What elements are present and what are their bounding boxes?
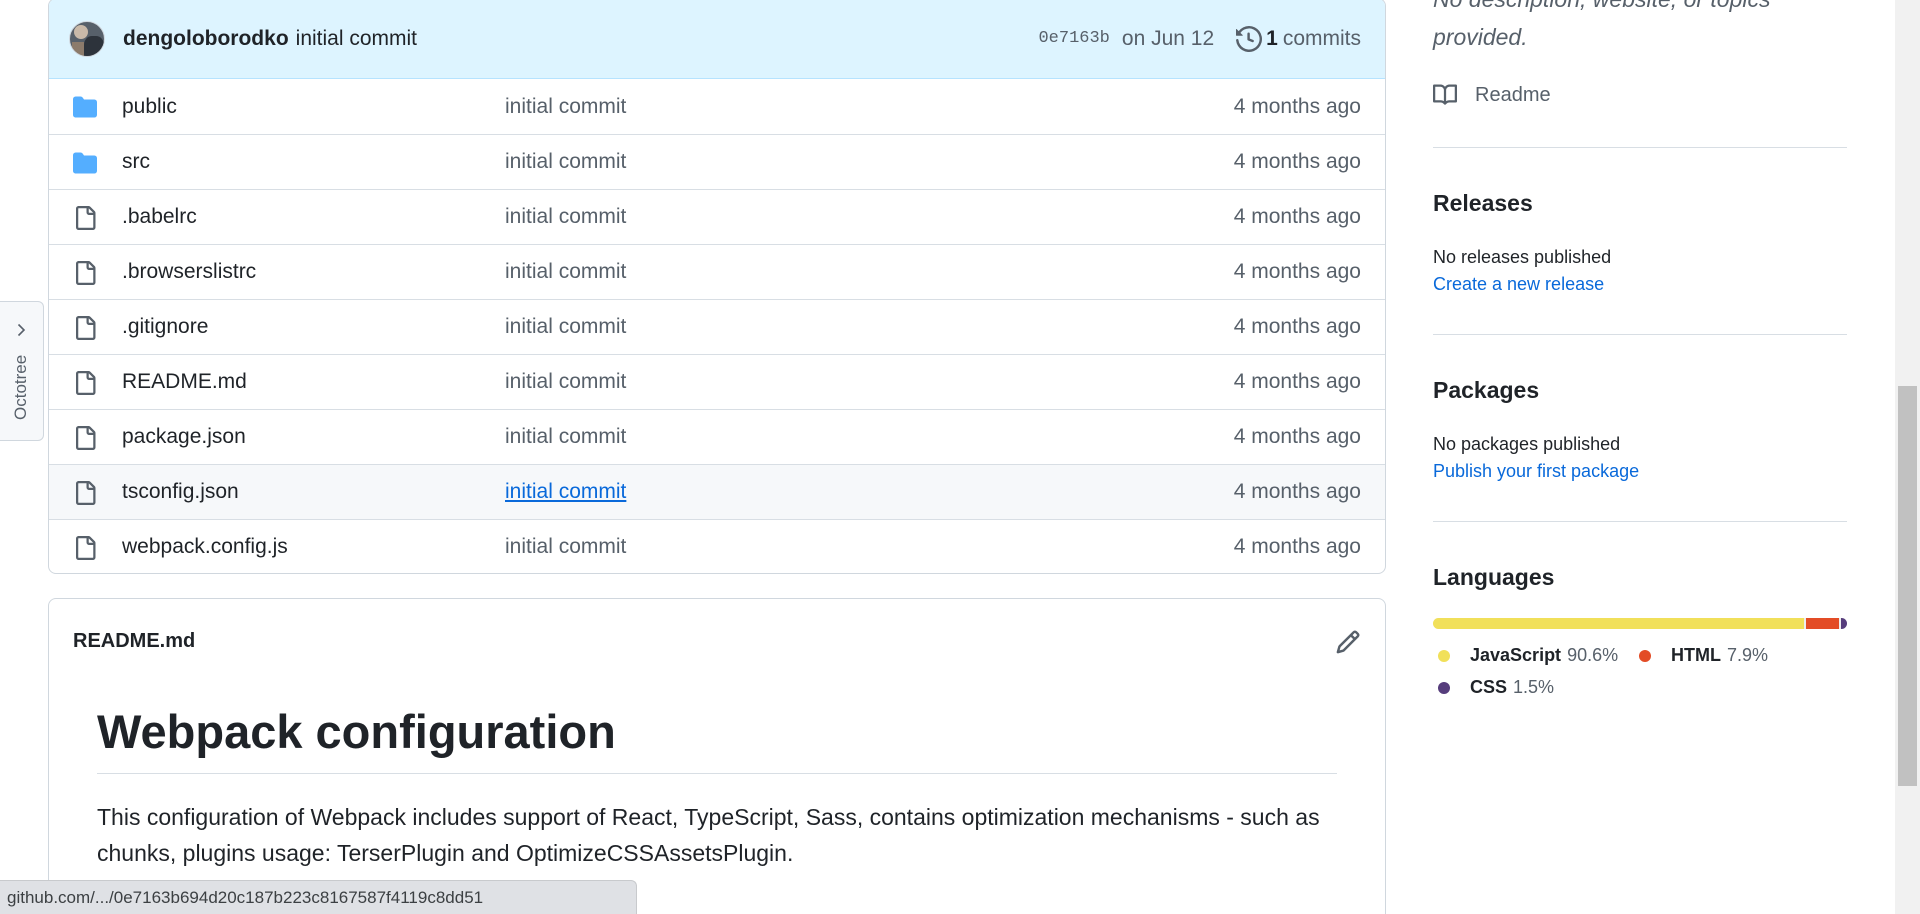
author-avatar[interactable] xyxy=(69,20,105,57)
file-age: 4 months ago xyxy=(1233,425,1361,448)
file-commit-link[interactable]: initial commit xyxy=(505,480,626,504)
folder-icon xyxy=(73,96,97,118)
language-percent: 90.6% xyxy=(1567,645,1619,665)
octotree-toggle[interactable]: Octotree xyxy=(0,301,44,441)
releases-text: No releases published xyxy=(1433,247,1612,267)
file-icon xyxy=(76,481,96,505)
file-name-link[interactable]: .gitignore xyxy=(122,315,208,339)
readme-header: README.md xyxy=(49,599,1385,684)
file-icon xyxy=(76,316,96,340)
readme-heading: Webpack configuration xyxy=(97,704,1337,774)
readme-box: README.md Webpack configuration This con… xyxy=(48,598,1386,914)
file-row[interactable]: src initial commit 4 months ago xyxy=(49,134,1385,189)
sidebar-divider xyxy=(1433,334,1847,335)
language-color-dot xyxy=(1438,681,1450,694)
file-row[interactable]: tsconfig.json initial commit 4 months ago xyxy=(49,464,1385,519)
file-commit-link[interactable]: initial commit xyxy=(505,260,626,284)
file-name-link[interactable]: webpack.config.js xyxy=(122,535,288,559)
history-icon[interactable] xyxy=(1236,25,1263,52)
browser-status-bar: github.com/.../0e7163b694d20c187b223c816… xyxy=(0,880,637,914)
file-age: 4 months ago xyxy=(1233,94,1361,118)
commit-count-label[interactable]: commits xyxy=(1283,27,1361,51)
file-name-link[interactable]: README.md xyxy=(122,370,247,394)
readme-link-label[interactable]: Readme xyxy=(1475,84,1551,107)
file-row[interactable]: .gitignore initial commit 4 months ago xyxy=(49,299,1385,354)
language-color-dot xyxy=(1639,649,1651,662)
book-icon xyxy=(1433,84,1457,105)
language-item[interactable]: HTML 7.9% xyxy=(1639,645,1768,666)
file-name-link[interactable]: src xyxy=(122,150,150,174)
language-color-dot xyxy=(1438,649,1450,662)
language-item[interactable]: CSS 1.5% xyxy=(1438,677,1554,698)
language-percent: 1.5% xyxy=(1513,677,1555,697)
commit-sha-link[interactable]: 0e7163b xyxy=(1038,29,1109,48)
file-age: 4 months ago xyxy=(1233,370,1361,393)
page-scrollbar-thumb[interactable] xyxy=(1898,386,1917,786)
file-commit-link[interactable]: initial commit xyxy=(505,95,626,119)
commit-message-link[interactable]: initial commit xyxy=(296,27,417,51)
file-list: dengoloborodko initial commit 0e7163b on… xyxy=(48,0,1386,574)
language-name[interactable]: HTML xyxy=(1671,645,1721,666)
file-commit-link[interactable]: initial commit xyxy=(505,205,626,229)
file-commit-link[interactable]: initial commit xyxy=(505,315,626,339)
commit-author-link[interactable]: dengoloborodko xyxy=(123,27,289,51)
readme-sidebar-link[interactable]: Readme xyxy=(1433,83,1551,107)
latest-commit-bar: dengoloborodko initial commit 0e7163b on… xyxy=(49,0,1385,79)
publish-package-link[interactable]: Publish your first package xyxy=(1433,461,1639,482)
file-age: 4 months ago xyxy=(1233,535,1361,558)
file-commit-link[interactable]: initial commit xyxy=(505,370,626,394)
file-name-link[interactable]: public xyxy=(122,95,177,119)
file-row[interactable]: public initial commit 4 months ago xyxy=(49,79,1385,134)
file-row[interactable]: package.json initial commit 4 months ago xyxy=(49,409,1385,464)
file-rows: public initial commit 4 months ago src initi… xyxy=(49,79,1385,573)
language-bar-segment[interactable] xyxy=(1806,618,1839,629)
file-icon xyxy=(76,261,96,285)
folder-icon xyxy=(73,152,97,174)
readme-title[interactable]: README.md xyxy=(73,630,195,653)
file-age: 4 months ago xyxy=(1233,315,1361,338)
readme-paragraph: This configuration of Webpack includes s… xyxy=(97,804,1320,866)
sidebar-divider xyxy=(1433,147,1847,148)
about-description: No description, website, or topics provi… xyxy=(1433,0,1771,50)
packages-text: No packages published xyxy=(1433,434,1621,454)
file-commit-link[interactable]: initial commit xyxy=(505,425,626,449)
file-age: 4 months ago xyxy=(1233,150,1361,173)
file-name-link[interactable]: .babelrc xyxy=(122,205,197,229)
commit-date: on Jun 12 xyxy=(1121,26,1215,50)
file-name-link[interactable]: tsconfig.json xyxy=(122,480,239,504)
packages-heading[interactable]: Packages xyxy=(1433,377,1539,404)
languages-heading: Languages xyxy=(1433,564,1555,590)
file-age: 4 months ago xyxy=(1233,260,1361,283)
file-row[interactable]: .babelrc initial commit 4 months ago xyxy=(49,189,1385,244)
language-item[interactable]: JavaScript 90.6% xyxy=(1438,645,1618,666)
language-bar-segment[interactable] xyxy=(1433,618,1805,629)
file-icon xyxy=(76,371,96,395)
file-icon xyxy=(76,206,96,230)
file-name-link[interactable]: package.json xyxy=(122,425,246,449)
file-icon xyxy=(76,426,96,450)
file-commit-link[interactable]: initial commit xyxy=(505,535,626,559)
language-name[interactable]: JavaScript xyxy=(1470,645,1561,666)
octotree-label: Octotree xyxy=(11,354,30,420)
language-percent: 7.9% xyxy=(1726,645,1769,665)
languages-bar xyxy=(1433,618,1847,629)
file-row[interactable]: README.md initial commit 4 months ago xyxy=(49,354,1385,409)
pencil-icon[interactable] xyxy=(1335,629,1361,655)
create-release-link[interactable]: Create a new release xyxy=(1433,274,1604,295)
commit-count[interactable]: 1 xyxy=(1266,27,1278,51)
sidebar-divider xyxy=(1433,521,1847,522)
chevron-right-icon xyxy=(17,323,26,337)
file-age: 4 months ago xyxy=(1233,205,1361,228)
language-name[interactable]: CSS xyxy=(1470,677,1507,698)
language-bar-segment[interactable] xyxy=(1840,618,1847,629)
releases-heading[interactable]: Releases xyxy=(1433,190,1533,217)
commit-meta: 0e7163b on Jun 12 1 commits xyxy=(1038,25,1361,52)
file-icon xyxy=(76,536,96,560)
file-name-link[interactable]: .browserslistrc xyxy=(122,260,256,284)
file-age: 4 months ago xyxy=(1233,480,1361,503)
file-commit-link[interactable]: initial commit xyxy=(505,150,626,174)
file-row[interactable]: .browserslistrc initial commit 4 months ag… xyxy=(49,244,1385,299)
file-row[interactable]: webpack.config.js initial commit 4 months … xyxy=(49,519,1385,573)
